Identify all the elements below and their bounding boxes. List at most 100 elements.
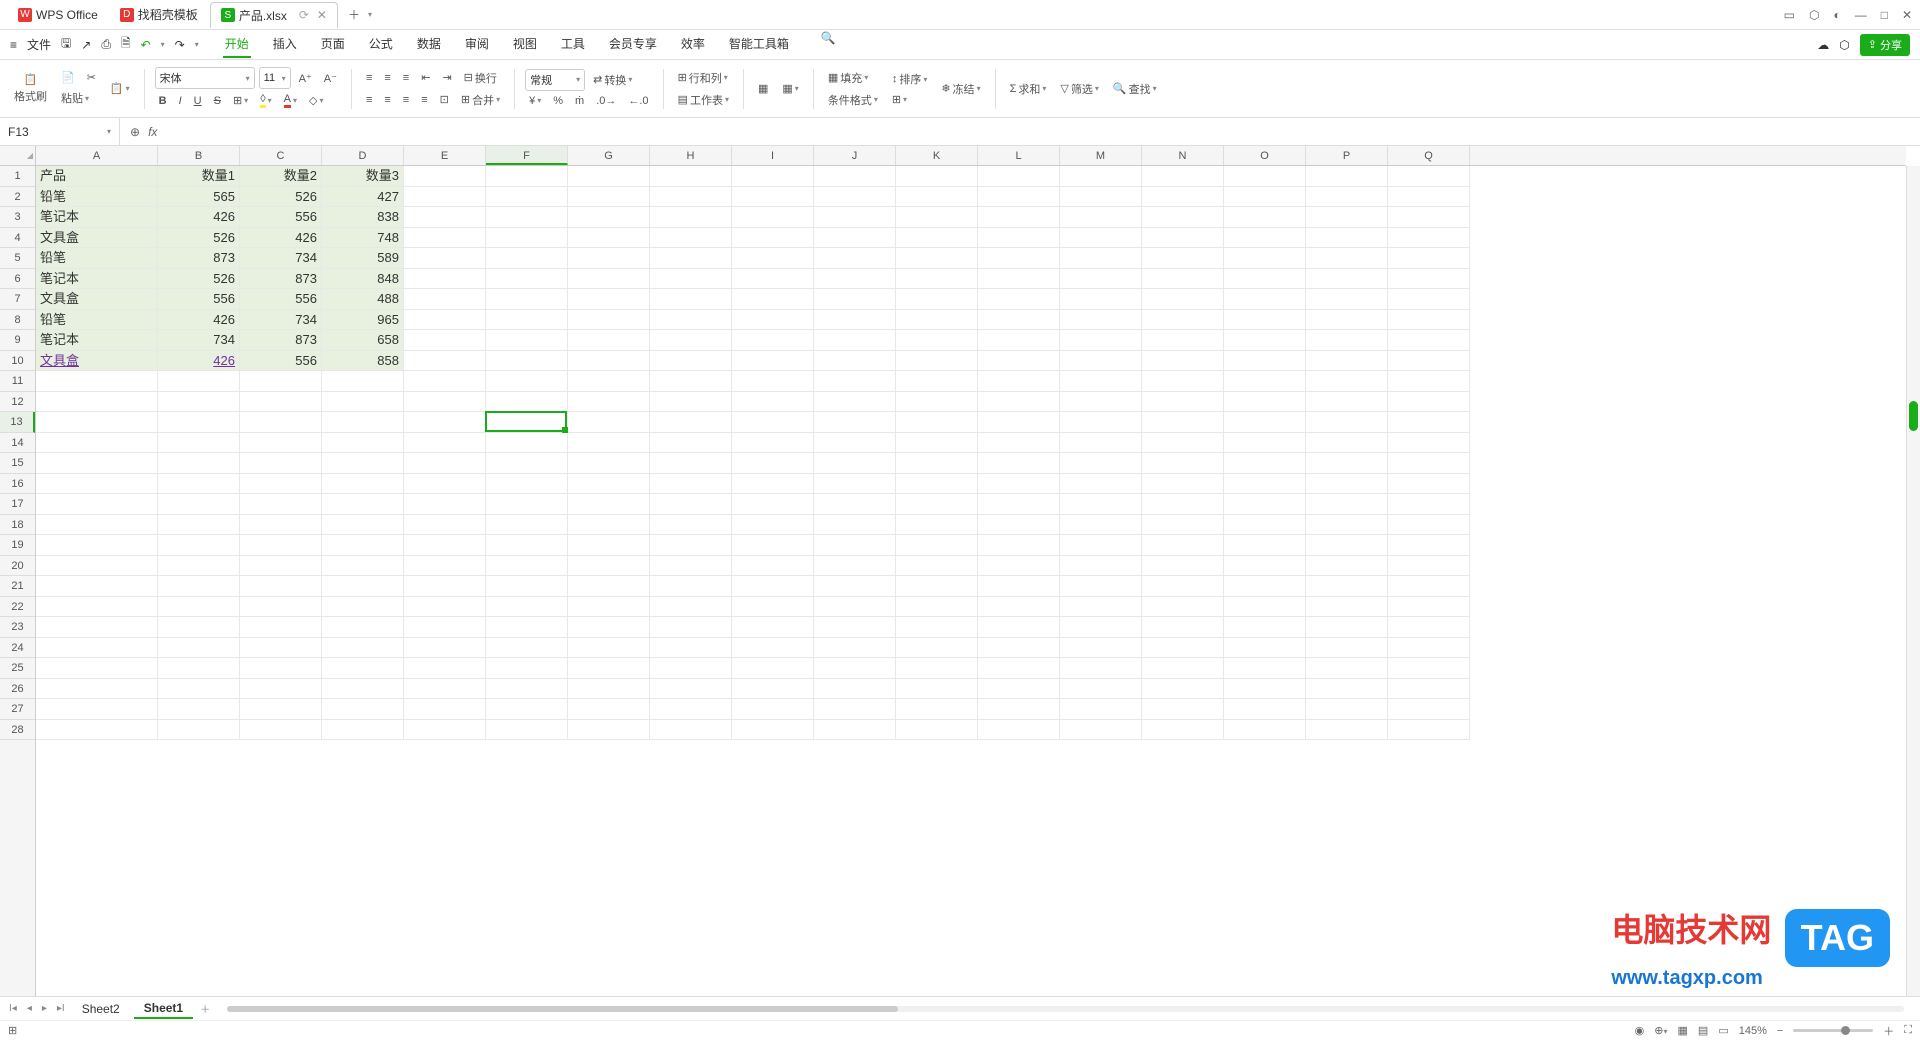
cell[interactable]: [732, 494, 814, 515]
cell[interactable]: [322, 679, 404, 700]
tab-formula[interactable]: 公式: [367, 31, 395, 58]
filter-button[interactable]: ▽ 筛选▾: [1056, 79, 1102, 99]
cell[interactable]: [322, 412, 404, 433]
cell[interactable]: [240, 699, 322, 720]
maximize-button[interactable]: □: [1881, 8, 1888, 22]
cell[interactable]: [486, 576, 568, 597]
cell[interactable]: [322, 556, 404, 577]
cell[interactable]: [1306, 269, 1388, 290]
cell[interactable]: [158, 412, 240, 433]
row-header-9[interactable]: 9: [0, 330, 35, 351]
save-icon[interactable]: 🖫: [61, 34, 71, 55]
indent-dec[interactable]: ⇤: [417, 69, 434, 86]
cell[interactable]: 748: [322, 228, 404, 249]
valign-mid[interactable]: ≡: [380, 70, 394, 86]
row-header-4[interactable]: 4: [0, 228, 35, 249]
cell[interactable]: [978, 166, 1060, 187]
cell[interactable]: [568, 248, 650, 269]
cell[interactable]: [814, 453, 896, 474]
cell[interactable]: [158, 617, 240, 638]
cell[interactable]: [814, 556, 896, 577]
cell[interactable]: [36, 699, 158, 720]
cell[interactable]: [1388, 597, 1470, 618]
row-header-18[interactable]: 18: [0, 515, 35, 536]
cell[interactable]: [1142, 392, 1224, 413]
tab-menu-caret[interactable]: ▾: [368, 10, 372, 19]
row-header-17[interactable]: 17: [0, 494, 35, 515]
close-tab-icon[interactable]: ✕: [317, 8, 327, 22]
font-size-select[interactable]: 11▾: [259, 67, 291, 89]
cell[interactable]: [732, 330, 814, 351]
cell[interactable]: [568, 699, 650, 720]
cell[interactable]: [486, 597, 568, 618]
row-header-20[interactable]: 20: [0, 556, 35, 577]
cell[interactable]: 873: [158, 248, 240, 269]
cell[interactable]: [1060, 515, 1142, 536]
cell[interactable]: 铅笔: [36, 310, 158, 331]
cell[interactable]: [650, 597, 732, 618]
cell[interactable]: [36, 576, 158, 597]
cell[interactable]: [1306, 433, 1388, 454]
cell[interactable]: [404, 207, 486, 228]
cell[interactable]: [486, 515, 568, 536]
cell[interactable]: 526: [240, 187, 322, 208]
cell[interactable]: [158, 371, 240, 392]
cell[interactable]: [1306, 494, 1388, 515]
redo-icon[interactable]: ↷: [175, 38, 185, 52]
cell[interactable]: [404, 228, 486, 249]
tab-refresh-icon[interactable]: ⟳: [299, 8, 309, 22]
cell[interactable]: [486, 187, 568, 208]
cell[interactable]: [896, 515, 978, 536]
cell[interactable]: [36, 679, 158, 700]
cell[interactable]: [1306, 474, 1388, 495]
cell[interactable]: [1060, 535, 1142, 556]
cell[interactable]: [896, 658, 978, 679]
cell[interactable]: [36, 453, 158, 474]
cell[interactable]: [896, 289, 978, 310]
cell[interactable]: [322, 392, 404, 413]
cell[interactable]: [404, 248, 486, 269]
cell[interactable]: 426: [158, 207, 240, 228]
cell[interactable]: 笔记本: [36, 269, 158, 290]
cell[interactable]: 873: [240, 330, 322, 351]
cell[interactable]: [814, 351, 896, 372]
convert-button[interactable]: ⇄ 转换▾: [589, 70, 636, 90]
cell[interactable]: [1060, 494, 1142, 515]
horizontal-scrollbar[interactable]: [227, 1004, 1904, 1014]
cell[interactable]: [240, 412, 322, 433]
cell[interactable]: [1060, 248, 1142, 269]
cell[interactable]: [36, 412, 158, 433]
cell[interactable]: [732, 556, 814, 577]
cell[interactable]: [1306, 412, 1388, 433]
cell[interactable]: [1142, 515, 1224, 536]
cell[interactable]: [1224, 371, 1306, 392]
row-header-25[interactable]: 25: [0, 658, 35, 679]
cell[interactable]: [978, 720, 1060, 741]
cell[interactable]: [1060, 207, 1142, 228]
format-table-button[interactable]: ▦▾: [778, 80, 802, 97]
cell[interactable]: [650, 351, 732, 372]
worksheet-button[interactable]: ▤ 工作表▾: [674, 90, 733, 110]
cell[interactable]: [322, 474, 404, 495]
underline-button[interactable]: U: [190, 93, 206, 109]
cell[interactable]: [1388, 494, 1470, 515]
cell[interactable]: 734: [158, 330, 240, 351]
cell[interactable]: [1388, 453, 1470, 474]
col-header-I[interactable]: I: [732, 146, 814, 165]
font-increase-button[interactable]: A⁺: [295, 70, 316, 87]
row-header-23[interactable]: 23: [0, 617, 35, 638]
cell[interactable]: [1388, 515, 1470, 536]
cell[interactable]: [404, 617, 486, 638]
cell[interactable]: [1224, 166, 1306, 187]
cell[interactable]: [486, 207, 568, 228]
cell[interactable]: 笔记本: [36, 207, 158, 228]
cell[interactable]: [240, 515, 322, 536]
cond-format-button[interactable]: 条件格式▾: [824, 90, 882, 110]
normal-view-icon[interactable]: ▦: [1678, 1024, 1688, 1037]
cell[interactable]: [36, 392, 158, 413]
select-all-corner[interactable]: ◢: [0, 146, 36, 166]
row-header-3[interactable]: 3: [0, 207, 35, 228]
number-format-select[interactable]: 常规▾: [525, 69, 585, 91]
cloud-icon[interactable]: ☁: [1817, 38, 1829, 52]
halign-left[interactable]: ≡: [362, 92, 376, 108]
